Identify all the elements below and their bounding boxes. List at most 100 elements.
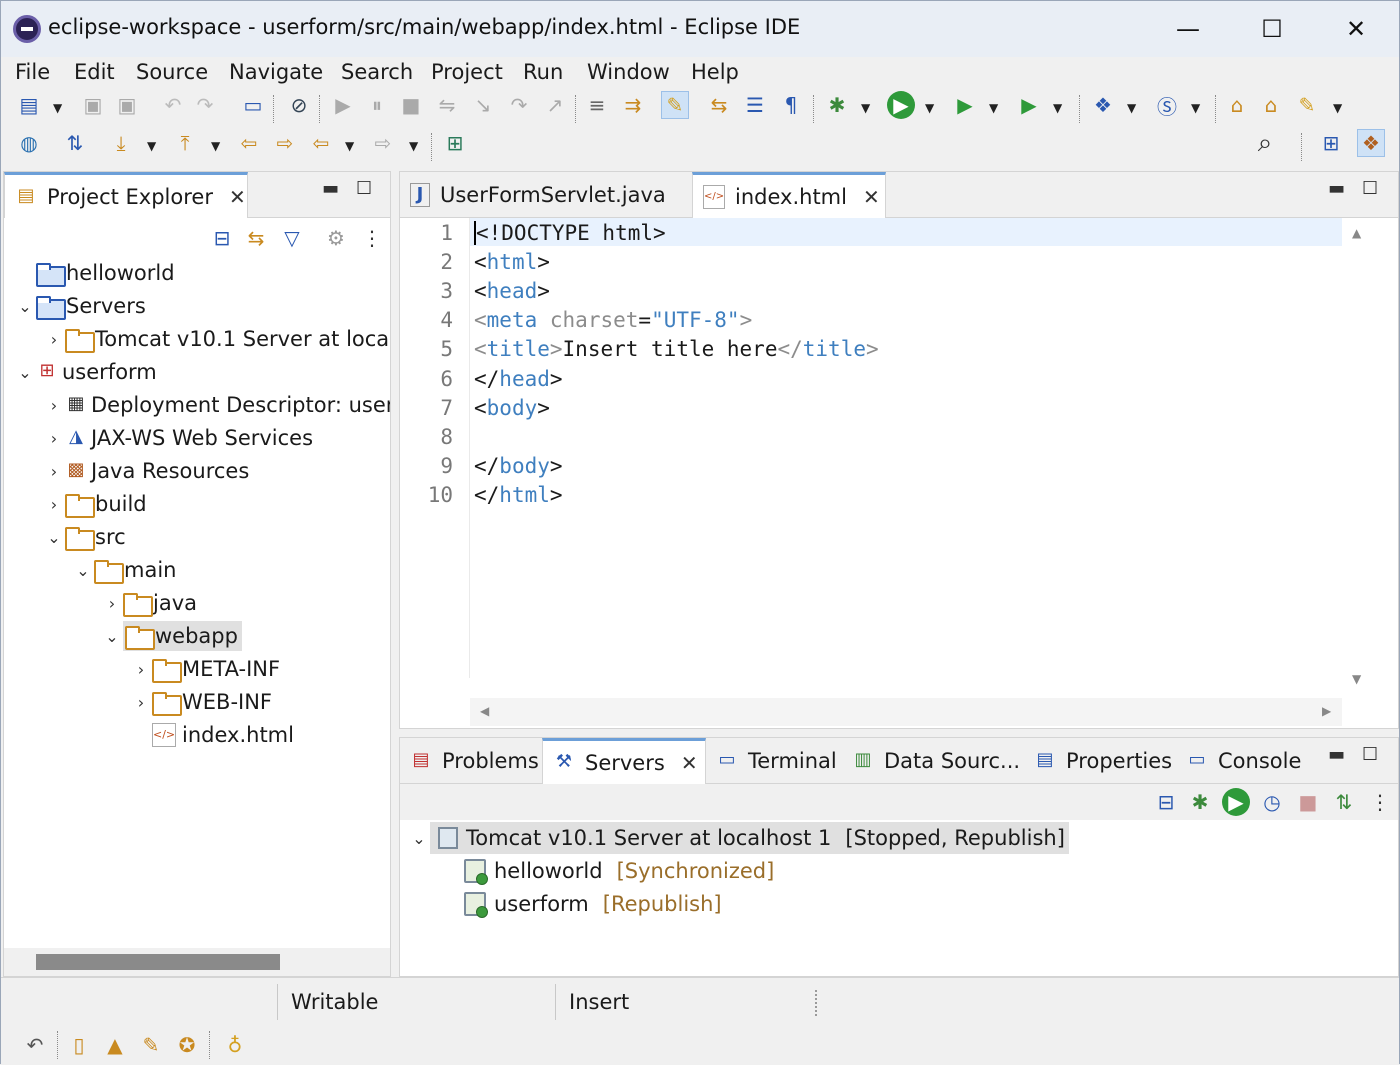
debug-dropdown-icon[interactable]: ▼ [861, 101, 870, 115]
code-editor[interactable]: <!DOCTYPE html> <html> <head> <meta char… [470, 218, 1342, 696]
publish-icon[interactable]: ⇅ [1330, 788, 1358, 816]
tab-console[interactable]: ▭ Console [1176, 738, 1316, 784]
tab-index-html[interactable]: </> index.html ✕ [692, 172, 886, 218]
book-icon[interactable]: ▯ [65, 1031, 93, 1059]
chevron-right-icon[interactable]: › [43, 396, 65, 415]
server-row[interactable]: ⌄ Tomcat v10.1 Server at localhost 1 [St… [408, 822, 1069, 854]
run-coverage-icon[interactable]: ▶ [951, 91, 979, 119]
tree-item-main[interactable]: ⌄ main [72, 555, 176, 585]
chevron-right-icon[interactable]: › [43, 495, 65, 514]
tree-item-java-resources[interactable]: › ▩ Java Resources [43, 456, 249, 486]
show-whitespace-icon[interactable]: ¶ [777, 91, 805, 119]
tree-item-servers[interactable]: ⌄ Servers [14, 291, 146, 321]
maximize-button[interactable]: ☐ [1251, 9, 1293, 49]
resume-icon[interactable]: ▶ [329, 91, 357, 119]
forward-icon[interactable]: ⇨ [369, 129, 397, 157]
tab-data-source[interactable]: ▥ Data Sourc... [842, 738, 1028, 784]
open-task-icon[interactable]: ⌂ [1257, 91, 1285, 119]
menu-help[interactable]: Help [691, 60, 739, 84]
minimize-view-icon[interactable]: ▬ [1328, 744, 1345, 765]
magic-wand-icon[interactable]: ✎ [137, 1031, 165, 1059]
open-console-icon[interactable]: ▭ [239, 91, 267, 119]
tab-problems[interactable]: ▤ Problems [400, 738, 542, 784]
start-debug-icon[interactable]: ✱ [1186, 788, 1214, 816]
run-dropdown-icon[interactable]: ▼ [925, 101, 934, 115]
server-module-row[interactable]: userform [Republish] [464, 888, 722, 920]
tab-servers[interactable]: ⚒ Servers ✕ [542, 738, 706, 784]
tree-item-web-inf[interactable]: › WEB-INF [130, 687, 272, 717]
menu-window[interactable]: Window [587, 60, 670, 84]
collapse-all-icon[interactable]: ⊟ [208, 224, 236, 252]
chevron-down-icon[interactable]: ⌄ [408, 829, 430, 848]
new-icon[interactable]: ▤ [15, 91, 43, 119]
scroll-up-icon[interactable]: ▲ [1352, 226, 1361, 240]
close-icon[interactable]: ✕ [681, 751, 698, 775]
vertical-scrollbar[interactable]: ▲ ▼ [1344, 218, 1398, 696]
start-server-icon[interactable]: ▶ [1222, 788, 1250, 816]
close-icon[interactable]: ✕ [229, 185, 246, 209]
coverage-dropdown-icon[interactable]: ▼ [989, 101, 998, 115]
tree-item-src[interactable]: ⌄ src [43, 522, 126, 552]
horizontal-scrollbar[interactable] [4, 948, 390, 976]
tree-item-tomcat-config[interactable]: › Tomcat v10.1 Server at localhost-confi… [43, 324, 390, 354]
maximize-view-icon[interactable]: ☐ [356, 178, 372, 199]
search-tools-dropdown-icon[interactable]: ▼ [1333, 101, 1342, 115]
menu-file[interactable]: File [15, 60, 50, 84]
tree-item-helloworld[interactable]: helloworld [14, 258, 175, 288]
external-tools-dropdown-icon[interactable]: ▼ [1053, 101, 1062, 115]
suspend-icon[interactable]: ⏸ [363, 91, 391, 119]
chevron-down-icon[interactable]: ⌄ [101, 627, 123, 646]
previous-annotation-icon[interactable]: ⤒ [171, 129, 199, 157]
java-ee-perspective-icon[interactable]: ❖ [1357, 129, 1385, 157]
chevron-right-icon[interactable]: › [43, 462, 65, 481]
tree-item-deployment-descriptor[interactable]: › ▦ Deployment Descriptor: userform [43, 390, 390, 420]
redo-icon[interactable]: ↷ [191, 91, 219, 119]
web-browser-icon[interactable]: ⇅ [61, 129, 89, 157]
chevron-right-icon[interactable]: › [43, 429, 65, 448]
chevron-right-icon[interactable]: › [101, 594, 123, 613]
step-over-icon[interactable]: ↷ [505, 91, 533, 119]
skip-breakpoints-icon[interactable]: ⊘ [285, 91, 313, 119]
chevron-down-icon[interactable]: ⌄ [72, 561, 94, 580]
tab-userformservlet-java[interactable]: J UserFormServlet.java [400, 172, 692, 218]
chevron-down-icon[interactable]: ⌄ [14, 297, 36, 316]
scroll-right-icon[interactable]: ▶ [1322, 704, 1331, 718]
save-all-icon[interactable]: ▣ [113, 91, 141, 119]
chevron-right-icon[interactable]: › [130, 693, 152, 712]
restore-icon[interactable]: ↶ [21, 1031, 49, 1059]
previous-annotation-dropdown-icon[interactable]: ▼ [211, 139, 220, 153]
debug-icon[interactable]: ✱ [823, 91, 851, 119]
save-icon[interactable]: ▣ [79, 91, 107, 119]
toggle-mark-occurrences-icon[interactable]: ✎ [661, 91, 689, 119]
tree-item-java[interactable]: › java [101, 588, 197, 618]
close-button[interactable]: ✕ [1335, 9, 1377, 49]
tutorials-icon[interactable]: ▲ [101, 1031, 129, 1059]
search-icon[interactable]: ⌕ [1251, 128, 1279, 158]
maximize-view-icon[interactable]: ☐ [1362, 178, 1378, 199]
pin-editor-icon[interactable]: ⊞ [441, 129, 469, 157]
menu-run[interactable]: Run [523, 60, 563, 84]
link-with-editor-icon[interactable]: ⇆ [242, 224, 270, 252]
menu-search[interactable]: Search [341, 60, 413, 84]
new-class-dropdown-icon[interactable]: ▼ [1191, 101, 1200, 115]
open-perspective-icon[interactable]: ⊞ [1317, 129, 1345, 157]
tree-item-index-html[interactable]: </> index.html [130, 720, 294, 750]
stop-server-icon[interactable]: ■ [1294, 788, 1322, 816]
external-tools-icon[interactable]: ▶ [1015, 91, 1043, 119]
next-edit-location-icon[interactable]: ⇨ [271, 129, 299, 157]
close-icon[interactable]: ✕ [863, 185, 880, 209]
filter-icon[interactable]: ▽ [278, 224, 306, 252]
toggle-block-selection-icon[interactable]: ⇆ [705, 91, 733, 119]
undo-icon[interactable]: ↶ [159, 91, 187, 119]
use-step-filters-icon[interactable]: ⇉ [619, 91, 647, 119]
tab-project-explorer[interactable]: ▤ Project Explorer ✕ [4, 172, 248, 218]
chevron-right-icon[interactable]: › [43, 330, 65, 349]
tree-item-userform[interactable]: ⌄ ⊞ userform [14, 357, 156, 387]
whats-new-icon[interactable]: ✪ [173, 1031, 201, 1059]
new-dropdown-icon[interactable]: ▼ [53, 101, 62, 115]
chevron-right-icon[interactable]: › [130, 660, 152, 679]
scroll-down-icon[interactable]: ▼ [1352, 672, 1361, 686]
minimize-view-icon[interactable]: ▬ [1328, 178, 1345, 199]
view-menu-icon[interactable]: ⋮ [358, 224, 386, 252]
tree-item-webapp[interactable]: ⌄ webapp [101, 621, 242, 651]
